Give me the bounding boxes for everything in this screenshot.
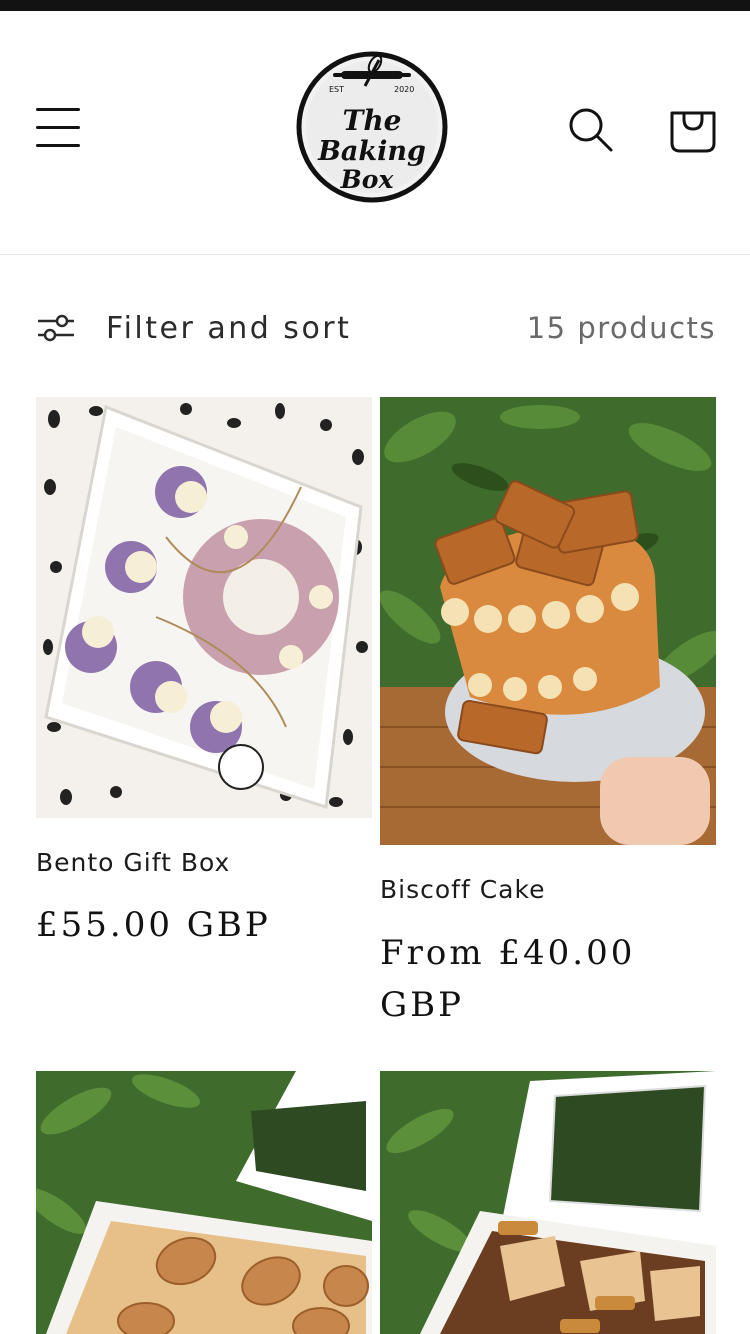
search-button[interactable] — [566, 105, 614, 153]
svg-text:EST: EST — [329, 85, 344, 94]
product-title[interactable]: Bento Gift Box — [36, 848, 230, 877]
bento-gift-box-image — [36, 397, 372, 818]
hamburger-line — [36, 126, 80, 129]
product-image[interactable] — [36, 1071, 372, 1334]
product-price: £55.00 GBP — [36, 905, 271, 945]
menu-button[interactable] — [36, 107, 80, 147]
search-icon — [569, 108, 613, 152]
hamburger-menu-icon — [36, 108, 80, 111]
filter-and-sort-button[interactable]: Filter and sort — [36, 300, 351, 356]
hamburger-line — [36, 144, 80, 147]
store-logo[interactable]: EST 2020 The Baking Box — [295, 50, 449, 204]
site-header: EST 2020 The Baking Box — [0, 11, 750, 255]
cart-button[interactable] — [668, 103, 718, 155]
biscoff-cake-image — [380, 397, 716, 845]
product-title[interactable]: Biscoff Cake — [380, 875, 545, 904]
filter-sliders-icon — [38, 314, 74, 342]
svg-text:2020: 2020 — [394, 85, 414, 94]
product-price: From £40.00 GBP — [380, 933, 636, 1025]
svg-text:Box: Box — [340, 165, 395, 194]
cart-icon — [670, 111, 716, 153]
filter-label: Filter and sort — [106, 310, 352, 346]
logo-badge: EST 2020 The Baking Box — [296, 51, 448, 203]
product-image[interactable] — [36, 397, 372, 818]
product-card — [380, 1071, 716, 1334]
product-card — [36, 1071, 372, 1334]
biscoff-blondie-box-image — [36, 1071, 372, 1334]
product-image[interactable] — [380, 1071, 716, 1334]
status-strip — [0, 0, 750, 11]
product-image[interactable] — [380, 397, 716, 845]
product-count: 15 products — [526, 311, 716, 345]
product-card: Biscoff Cake From £40.00 GBP — [380, 397, 716, 1037]
filter-bar: Filter and sort 15 products — [36, 300, 716, 356]
svg-text:The: The — [342, 104, 401, 137]
svg-text:Baking: Baking — [317, 136, 426, 167]
product-card: Bento Gift Box £55.00 GBP — [36, 397, 372, 957]
brownie-box-image — [380, 1071, 716, 1334]
